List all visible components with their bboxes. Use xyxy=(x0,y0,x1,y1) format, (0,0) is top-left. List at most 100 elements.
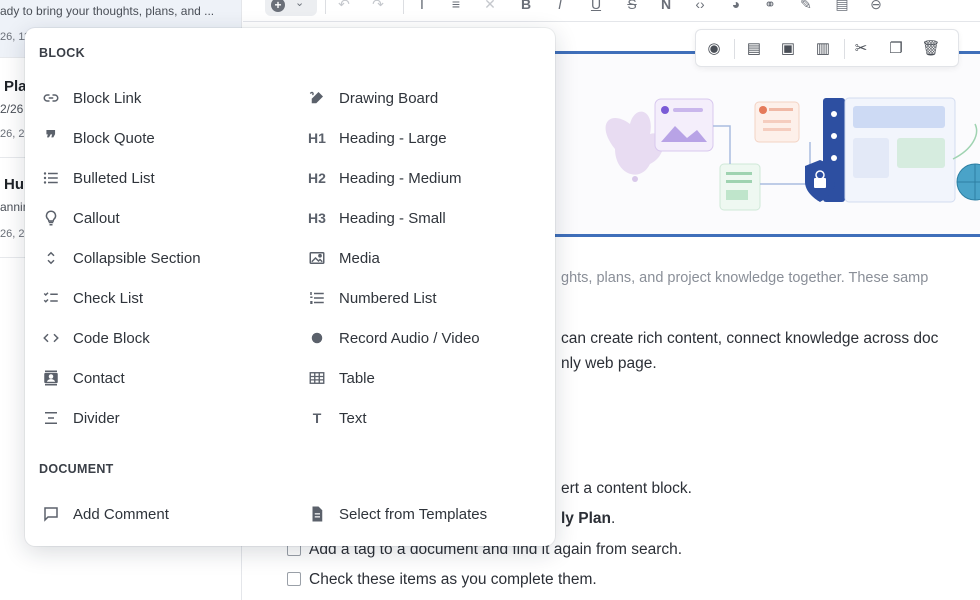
code-icon xyxy=(39,326,63,350)
chevron-down-icon: ⌄ xyxy=(295,0,305,9)
delete-icon[interactable]: 🗑 xyxy=(921,39,941,57)
preview-eye-icon[interactable]: ◉ xyxy=(704,39,724,57)
menu-item-label: Record Audio / Video xyxy=(339,329,480,347)
text-style-icon[interactable]: Ⅰ xyxy=(413,0,431,13)
clear-format-icon[interactable]: ✕ xyxy=(481,0,499,13)
menu-item-block-quote[interactable]: ❞ Block Quote xyxy=(39,123,279,153)
align-center-icon[interactable]: ▣ xyxy=(778,39,798,57)
align-right-icon[interactable]: ▥ xyxy=(813,39,833,57)
step-bold-text: ly Plan xyxy=(561,510,611,527)
italic-icon[interactable]: I xyxy=(551,0,569,12)
palette-icon[interactable]: ◕ xyxy=(727,0,745,12)
menu-item-label: Block Quote xyxy=(73,129,155,147)
notion-style-icon[interactable]: N xyxy=(657,0,675,12)
block-section-title: BLOCK xyxy=(39,46,85,60)
undo-icon[interactable]: ↶ xyxy=(335,0,353,13)
menu-item-numbered-list[interactable]: Numbered List xyxy=(305,283,545,313)
checkbox[interactable] xyxy=(287,572,301,586)
text-icon: T xyxy=(312,410,322,426)
document-title: Pla xyxy=(4,78,27,95)
document-section-title: DOCUMENT xyxy=(39,462,114,476)
h1-icon: H1 xyxy=(308,130,326,146)
record-icon xyxy=(305,326,329,350)
menu-item-bulleted-list[interactable]: Bulleted List xyxy=(39,163,279,193)
menu-item-heading-medium[interactable]: H2 Heading - Medium xyxy=(305,163,545,193)
menu-item-callout[interactable]: Callout xyxy=(39,203,279,233)
menu-item-collapsible-section[interactable]: Collapsible Section xyxy=(39,243,279,273)
align-left-icon[interactable]: ▤ xyxy=(744,39,764,57)
redo-icon[interactable]: ↷ xyxy=(369,0,387,13)
toolbar-divider xyxy=(403,0,404,14)
menu-item-label: Contact xyxy=(73,369,125,387)
menu-item-label: Table xyxy=(339,369,375,387)
menu-item-media[interactable]: Media xyxy=(305,243,545,273)
intro-paragraph: ghts, plans, and project knowledge toget… xyxy=(561,270,929,286)
lightbulb-icon xyxy=(39,206,63,230)
menu-item-label: Add Comment xyxy=(73,505,169,523)
link-icon[interactable]: ⚭ xyxy=(761,0,779,13)
menu-item-label: Media xyxy=(339,249,380,267)
menu-item-label: Drawing Board xyxy=(339,89,439,107)
insert-block-button[interactable]: + ⌄ xyxy=(265,0,317,16)
document-snippet: ady to bring your thoughts, plans, and .… xyxy=(0,4,215,18)
menu-item-label: Collapsible Section xyxy=(73,249,201,267)
menu-item-label: Bulleted List xyxy=(73,169,155,187)
menu-item-label: Numbered List xyxy=(339,289,437,307)
h2-icon: H2 xyxy=(308,170,326,186)
inline-code-icon[interactable]: ‹› xyxy=(691,0,709,12)
menu-item-add-comment[interactable]: Add Comment xyxy=(39,499,279,529)
highlighter-icon[interactable]: ✎ xyxy=(797,0,815,13)
menu-item-block-link[interactable]: Block Link xyxy=(39,83,279,113)
cut-icon[interactable]: ✂ xyxy=(851,39,871,57)
productivity-illustration-icon xyxy=(605,97,980,211)
document-icon[interactable]: ▤ xyxy=(833,0,851,13)
check-list-icon xyxy=(39,286,63,310)
menu-item-table[interactable]: Table xyxy=(305,363,545,393)
step-suffix: . xyxy=(610,510,616,527)
plus-icon: + xyxy=(271,0,285,12)
bold-icon[interactable]: B xyxy=(517,0,535,12)
menu-item-select-from-templates[interactable]: Select from Templates xyxy=(305,499,545,529)
menu-item-label: Check List xyxy=(73,289,144,307)
menu-item-label: Heading - Small xyxy=(339,209,446,227)
align-icon[interactable]: ≡ xyxy=(447,0,465,12)
link-icon xyxy=(39,86,63,110)
paragraph-line: nly web page. xyxy=(561,355,657,372)
step-text: ly Plan. xyxy=(561,510,615,528)
table-icon xyxy=(305,366,329,390)
document-date: 26, 2 xyxy=(0,128,25,140)
expand-collapse-icon xyxy=(39,246,63,270)
toolbar-divider xyxy=(844,39,845,59)
toolbar-divider xyxy=(734,39,735,59)
paragraph-line: can create rich content, connect knowled… xyxy=(561,330,939,347)
comment-icon xyxy=(39,502,63,526)
menu-item-label: Block Link xyxy=(73,89,142,107)
menu-item-text[interactable]: T Text xyxy=(305,403,545,433)
document-title: Hu xyxy=(4,176,24,193)
menu-item-code-block[interactable]: Code Block xyxy=(39,323,279,353)
document-date: 26, 2 xyxy=(0,228,25,240)
menu-item-check-list[interactable]: Check List xyxy=(39,283,279,313)
divider-icon xyxy=(39,406,63,430)
menu-item-label: Heading - Large xyxy=(339,129,447,147)
insert-block-menu: BLOCK Block Link ❞ Block Quote Bulleted … xyxy=(25,28,555,546)
menu-item-heading-small[interactable]: H3 Heading - Small xyxy=(305,203,545,233)
step-text: ert a content block. xyxy=(561,480,692,497)
menu-item-record-audio-video[interactable]: Record Audio / Video xyxy=(305,323,545,353)
menu-item-label: Divider xyxy=(73,409,120,427)
template-icon xyxy=(305,502,329,526)
menu-item-heading-large[interactable]: H1 Heading - Large xyxy=(305,123,545,153)
hero-illustration xyxy=(555,51,980,237)
embed-link-icon[interactable]: ⊖ xyxy=(867,0,885,13)
bulleted-list-icon xyxy=(39,166,63,190)
menu-item-drawing-board[interactable]: Drawing Board xyxy=(305,83,545,113)
contact-card-icon xyxy=(39,366,63,390)
strikethrough-icon[interactable]: S xyxy=(623,0,641,12)
underline-icon[interactable]: U xyxy=(587,0,605,12)
menu-item-contact[interactable]: Contact xyxy=(39,363,279,393)
copy-icon[interactable]: ❐ xyxy=(886,39,906,57)
menu-item-label: Heading - Medium xyxy=(339,169,462,187)
menu-item-divider[interactable]: Divider xyxy=(39,403,279,433)
h3-icon: H3 xyxy=(308,210,326,226)
draw-icon xyxy=(305,86,329,110)
